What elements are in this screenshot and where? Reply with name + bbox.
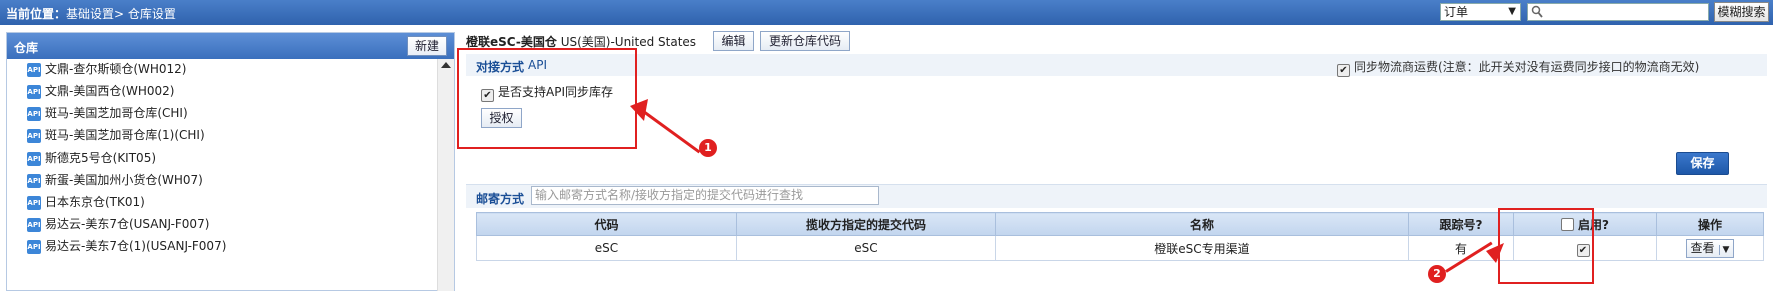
new-warehouse-button[interactable]: 新建 <box>407 36 447 56</box>
annotation-box-1 <box>457 48 637 149</box>
mail-method-label: 邮寄方式 <box>476 192 525 206</box>
warehouse-item[interactable]: API 文鼎-查尔斯顿仓(WH012) <box>27 59 187 79</box>
warehouse-item[interactable]: API 斑马-美国芝加哥仓库(1)(CHI) <box>27 125 205 145</box>
breadcrumb-path: 基础设置> 仓库设置 <box>66 7 176 21</box>
column-header-code: 代码 <box>476 212 737 236</box>
api-icon: API <box>27 151 41 166</box>
search-input[interactable] <box>1527 3 1709 21</box>
warehouse-item[interactable]: API 斑马-美国芝加哥仓库(CHI) <box>27 103 188 123</box>
annotation-badge-1: 1 <box>699 139 717 157</box>
api-icon: API <box>27 239 41 254</box>
top-bar: 当前位置：基础设置> 仓库设置 订单 ▼ 模糊搜索 <box>0 0 1773 25</box>
api-icon: API <box>27 217 41 232</box>
cell-code: eSC <box>476 235 737 261</box>
sync-freight-label: 同步物流商运费(注意：此开关对没有运费同步接口的物流商无效) <box>1354 60 1700 74</box>
warehouse-item-label: 文鼎-美国西仓(WH002) <box>45 84 175 98</box>
warehouse-list-scrollbar[interactable] <box>437 59 454 291</box>
warehouse-item-label: 易达云-美东7仓(1)(USANJ-F007) <box>45 239 227 253</box>
warehouse-panel: 仓库 新建 API 文鼎-查尔斯顿仓(WH012) API 文鼎-美国西仓(WH00… <box>6 32 455 291</box>
view-button-label: 查看 <box>1690 240 1715 255</box>
scroll-up-icon[interactable] <box>441 62 451 68</box>
column-header-name: 名称 <box>995 212 1409 236</box>
annotation-badge-2: 2 <box>1428 265 1446 283</box>
warehouse-item-label: 文鼎-查尔斯顿仓(WH012) <box>45 62 187 76</box>
annotation-box-2 <box>1498 208 1594 284</box>
warehouse-item[interactable]: API 易达云-美东7仓(1)(USANJ-F007) <box>27 236 226 256</box>
warehouse-name: 橙联eSC-美国仓 <box>466 35 557 49</box>
api-icon: API <box>27 173 41 188</box>
cell-ops: 查看 ▼ <box>1656 235 1764 261</box>
search-icon <box>1531 5 1543 18</box>
update-warehouse-code-button[interactable]: 更新仓库代码 <box>760 31 850 51</box>
column-header-submit-code: 揽收方指定的提交代码 <box>736 212 996 236</box>
warehouse-item[interactable]: API 文鼎-美国西仓(WH002) <box>27 81 175 101</box>
order-type-value: 订单 <box>1444 5 1469 19</box>
save-button[interactable]: 保存 <box>1676 152 1729 175</box>
column-header-ops: 操作 <box>1656 212 1764 236</box>
cell-submit-code: eSC <box>736 235 996 261</box>
fuzzy-search-button[interactable]: 模糊搜索 <box>1714 2 1769 22</box>
warehouse-panel-header: 仓库 新建 <box>7 33 454 59</box>
warehouse-item-label: 斑马-美国芝加哥仓库(1)(CHI) <box>45 128 205 142</box>
warehouse-panel-title: 仓库 <box>14 41 39 55</box>
order-type-select[interactable]: 订单 ▼ <box>1440 3 1521 21</box>
sync-freight-option[interactable]: ✔ 同步物流商运费(注意：此开关对没有运费同步接口的物流商无效) <box>1337 58 1699 77</box>
arrowhead-icon <box>630 99 648 121</box>
warehouse-item[interactable]: API 日本东京仓(TK01) <box>27 192 145 212</box>
location-label: 当前位置： <box>6 7 67 21</box>
api-icon: API <box>27 62 41 77</box>
edit-button[interactable]: 编辑 <box>713 31 754 51</box>
arrowhead-icon <box>1486 243 1504 263</box>
api-icon: API <box>27 106 41 121</box>
chevron-down-icon[interactable]: ▼ <box>1718 244 1730 255</box>
api-icon: API <box>27 195 41 210</box>
view-button[interactable]: 查看 ▼ <box>1685 238 1735 258</box>
warehouse-item[interactable]: API 新蛋-美国加州小货仓(WH07) <box>27 170 203 190</box>
warehouse-item-label: 易达云-美东7仓(USANJ-F007) <box>45 217 210 231</box>
cell-name: 橙联eSC专用渠道 <box>995 235 1409 261</box>
warehouse-list: API 文鼎-查尔斯顿仓(WH012) API 文鼎-美国西仓(WH002) API… <box>7 59 437 291</box>
warehouse-item-label: 斑马-美国芝加哥仓库(CHI) <box>45 106 188 120</box>
api-icon: API <box>27 84 41 99</box>
api-icon: API <box>27 128 41 143</box>
warehouse-item-label: 斯德克5号仓(KIT05) <box>45 151 157 165</box>
breadcrumb: 当前位置：基础设置> 仓库设置 <box>6 5 176 22</box>
warehouse-item[interactable]: API 易达云-美东7仓(USANJ-F007) <box>27 214 209 234</box>
warehouse-item-label: 新蛋-美国加州小货仓(WH07) <box>45 173 203 187</box>
warehouse-item-label: 日本东京仓(TK01) <box>45 195 145 209</box>
chevron-down-icon: ▼ <box>1508 6 1516 17</box>
sync-freight-checkbox[interactable]: ✔ <box>1337 64 1350 77</box>
warehouse-item[interactable]: API 斯德克5号仓(KIT05) <box>27 148 156 168</box>
warehouse-country: US(美国)-United States <box>560 35 697 49</box>
mail-method-search-input[interactable]: 输入邮寄方式名称/接收方指定的提交代码进行查找 <box>531 186 879 205</box>
